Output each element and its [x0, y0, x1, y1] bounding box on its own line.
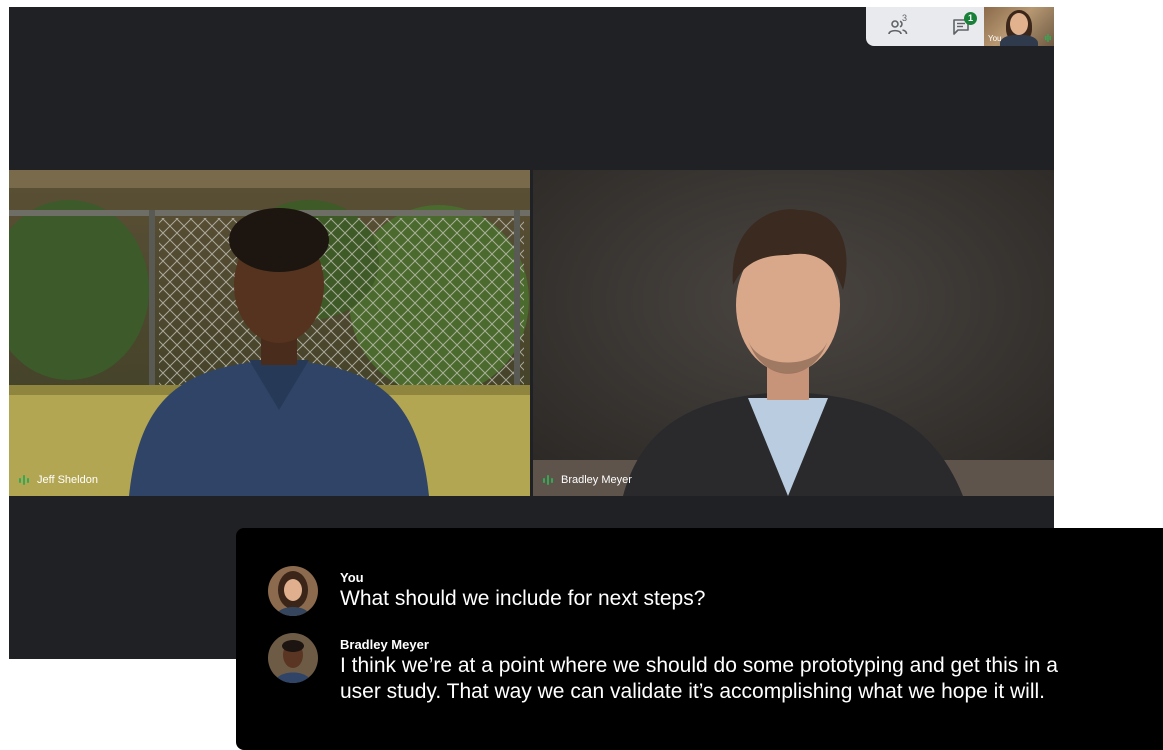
participant-name-tag: Jeff Sheldon — [19, 474, 98, 486]
participants-button[interactable]: 3 — [866, 7, 929, 46]
caption-text: What should we include for next steps? — [340, 587, 706, 610]
chat-unread-badge: 1 — [964, 12, 977, 25]
avatar — [268, 566, 318, 616]
self-view-face — [1010, 13, 1028, 35]
self-view-label: You — [988, 34, 1002, 43]
audio-level-icon — [1045, 34, 1051, 42]
participant-name: Jeff Sheldon — [37, 474, 98, 486]
participant-video-bradley — [533, 170, 1054, 496]
caption-speaker: Bradley Meyer — [340, 637, 429, 652]
caption-entry: Bradley Meyer I think we’re at a point w… — [268, 633, 1058, 705]
audio-level-icon — [19, 475, 29, 485]
self-view-body — [1000, 35, 1038, 46]
caption-text-group: Bradley Meyer I think we’re at a point w… — [340, 633, 1058, 705]
chat-button[interactable]: 1 — [929, 7, 992, 46]
top-toolbar: 3 1 You — [866, 7, 1054, 46]
caption-entry: You What should we include for next step… — [268, 566, 705, 616]
participant-name-tag: Bradley Meyer — [543, 474, 632, 486]
participant-video-jeff — [9, 170, 530, 496]
captions-panel: You What should we include for next step… — [236, 528, 1163, 750]
self-view-thumbnail[interactable]: You — [984, 7, 1054, 46]
caption-speaker: You — [340, 570, 364, 585]
caption-text-line-1: I think we’re at a point where we should… — [340, 654, 1058, 677]
avatar — [268, 633, 318, 683]
caption-text-line-2: user study. That way we can validate it’… — [340, 680, 1046, 703]
caption-text-group: You What should we include for next step… — [340, 566, 705, 616]
participant-tile-jeff[interactable]: Jeff Sheldon — [9, 170, 530, 496]
participant-tile-bradley[interactable]: Bradley Meyer — [533, 170, 1054, 496]
participants-count: 3 — [902, 13, 908, 23]
participant-name: Bradley Meyer — [561, 474, 632, 486]
audio-level-icon — [543, 475, 553, 485]
